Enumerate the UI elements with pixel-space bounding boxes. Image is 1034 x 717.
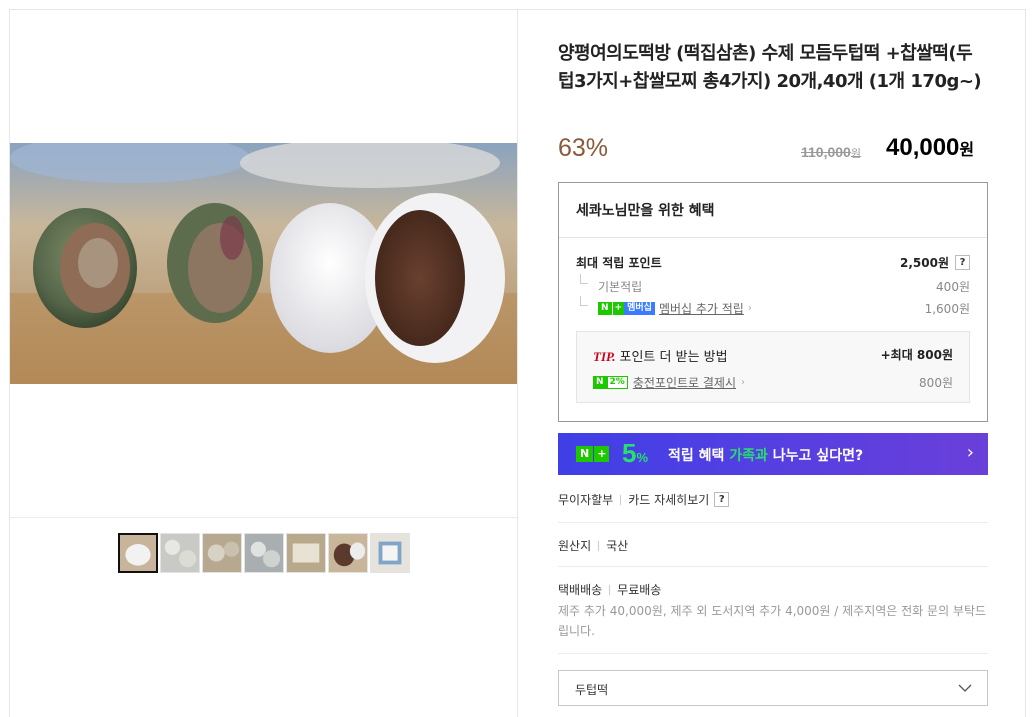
divider	[609, 584, 611, 595]
max-points-value-wrap: 2,500원 ?	[900, 254, 970, 271]
origin-value: 국산	[606, 539, 629, 553]
thumbnail-5[interactable]	[286, 533, 326, 573]
benefit-title: 세콰노님만을 위한 혜택	[576, 203, 715, 219]
banner-text: 적립 혜택 가족과 나누고 싶다면?	[668, 445, 863, 465]
thumbnail-6[interactable]	[328, 533, 368, 573]
tip-prefix: TIP.	[593, 349, 616, 364]
product-info-panel: 양평여의도떡방 (떡집삼촌) 수제 모듬두텁떡 +찹쌀떡(두텁3가지+찹쌀모찌 …	[518, 9, 1026, 717]
badge-pct: 2%	[606, 376, 628, 389]
badge-n: N	[598, 302, 612, 315]
charge-points-row: N 2% 충전포인트로 결제시 › 800원	[593, 374, 953, 391]
thumbnail-3[interactable]	[202, 533, 242, 573]
option-select-value: 두텁떡	[575, 683, 609, 697]
charge-points-link[interactable]: 충전포인트로 결제시	[633, 374, 736, 391]
help-icon[interactable]: ?	[955, 255, 970, 270]
product-gallery	[9, 9, 518, 717]
installment-label: 무이자할부	[558, 493, 614, 507]
section-divider	[558, 566, 988, 567]
thumbnail-1[interactable]	[118, 533, 158, 573]
thumbnail-strip	[118, 533, 410, 573]
origin-label: 원산지	[558, 539, 592, 553]
chevron-right-icon: ›	[741, 377, 746, 388]
banner-percent-value: 5	[622, 438, 637, 468]
product-title: 양평여의도떡방 (떡집삼촌) 수제 모듬두텁떡 +찹쌀떡(두텁3가지+찹쌀모찌 …	[558, 43, 982, 92]
original-price-unit: 원	[850, 148, 861, 160]
naver-plus-membership-badge: N + 멤버십	[598, 302, 655, 315]
benefit-box: 세콰노님만을 위한 혜택 최대 적립 포인트 2,500원 ? 기본적립 400…	[558, 182, 988, 422]
gallery-divider	[10, 517, 517, 518]
naver-plus-badge: N +	[576, 446, 610, 462]
banner-percent-unit: %	[636, 450, 649, 465]
sale-price: 40,000원	[886, 134, 974, 162]
delivery-note: 제주 추가 40,000원, 제주 외 도서지역 추가 4,000원 / 제주지…	[558, 604, 987, 638]
tip-label: 포인트 더 받는 방법	[619, 350, 728, 365]
membership-family-banner[interactable]: N + 5% 적립 혜택 가족과 나누고 싶다면? ›	[558, 433, 988, 475]
max-points-label: 최대 적립 포인트	[576, 256, 662, 270]
charge-points-value: 800원	[919, 376, 953, 390]
delivery-value: 무료배송	[617, 583, 662, 597]
card-details-link[interactable]: 카드 자세히보기	[628, 491, 709, 508]
main-product-image[interactable]	[10, 143, 517, 384]
tree-branch-icon	[580, 274, 588, 284]
badge-plus: +	[593, 446, 610, 462]
divider	[598, 540, 600, 551]
tip-heading: TIP. 포인트 더 받는 방법	[593, 346, 728, 365]
basic-points-value: 400원	[936, 280, 970, 294]
option-select[interactable]: 두텁떡	[558, 670, 988, 706]
banner-text-b: 나누고 싶다면?	[772, 448, 864, 464]
naver-pay-2pct-badge: N 2%	[593, 376, 628, 389]
benefit-divider	[559, 237, 987, 238]
banner-percent: 5%	[622, 438, 648, 469]
chevron-right-icon: ›	[966, 442, 974, 463]
chevron-down-icon	[958, 684, 972, 692]
membership-link[interactable]: 멤버십 추가 적립	[659, 300, 744, 317]
discount-rate: 63%	[558, 134, 609, 162]
badge-plus: +	[611, 302, 625, 315]
original-price-amount: 110,000	[801, 144, 851, 160]
delivery-row: 택배배송 무료배송	[558, 581, 661, 598]
origin-row: 원산지 국산	[558, 537, 628, 554]
badge-membership: 멤버십	[624, 302, 655, 315]
membership-points-value: 1,600원	[924, 302, 970, 316]
thumbnail-4[interactable]	[244, 533, 284, 573]
rice-cake-photo	[10, 143, 517, 384]
delivery-label: 택배배송	[558, 583, 603, 597]
banner-text-highlight: 가족과	[729, 448, 768, 464]
thumbnail-2[interactable]	[160, 533, 200, 573]
membership-label-wrap: N + 멤버십 멤버십 추가 적립 ›	[598, 300, 752, 317]
thumbnail-7[interactable]	[370, 533, 410, 573]
sale-price-unit: 원	[959, 142, 975, 159]
chevron-right-icon: ›	[747, 303, 752, 314]
badge-n: N	[576, 446, 594, 462]
divider	[620, 494, 622, 505]
original-price: 110,000원	[801, 144, 861, 161]
badge-n: N	[593, 376, 607, 389]
tree-branch-icon	[580, 296, 588, 306]
tip-box: TIP. 포인트 더 받는 방법 +최대 800원 N 2% 충전포인트로 결제시 …	[576, 331, 970, 403]
section-divider	[558, 522, 988, 523]
basic-points-label: 기본적립	[598, 280, 643, 294]
tip-max: +최대 800원	[880, 348, 953, 362]
section-divider	[558, 653, 988, 654]
installment-row: 무이자할부 카드 자세히보기 ?	[558, 491, 730, 508]
help-icon[interactable]: ?	[714, 492, 730, 507]
max-points-value: 2,500원	[900, 256, 949, 270]
banner-text-a: 적립 혜택	[668, 448, 725, 464]
sale-price-amount: 40,000	[886, 134, 960, 161]
